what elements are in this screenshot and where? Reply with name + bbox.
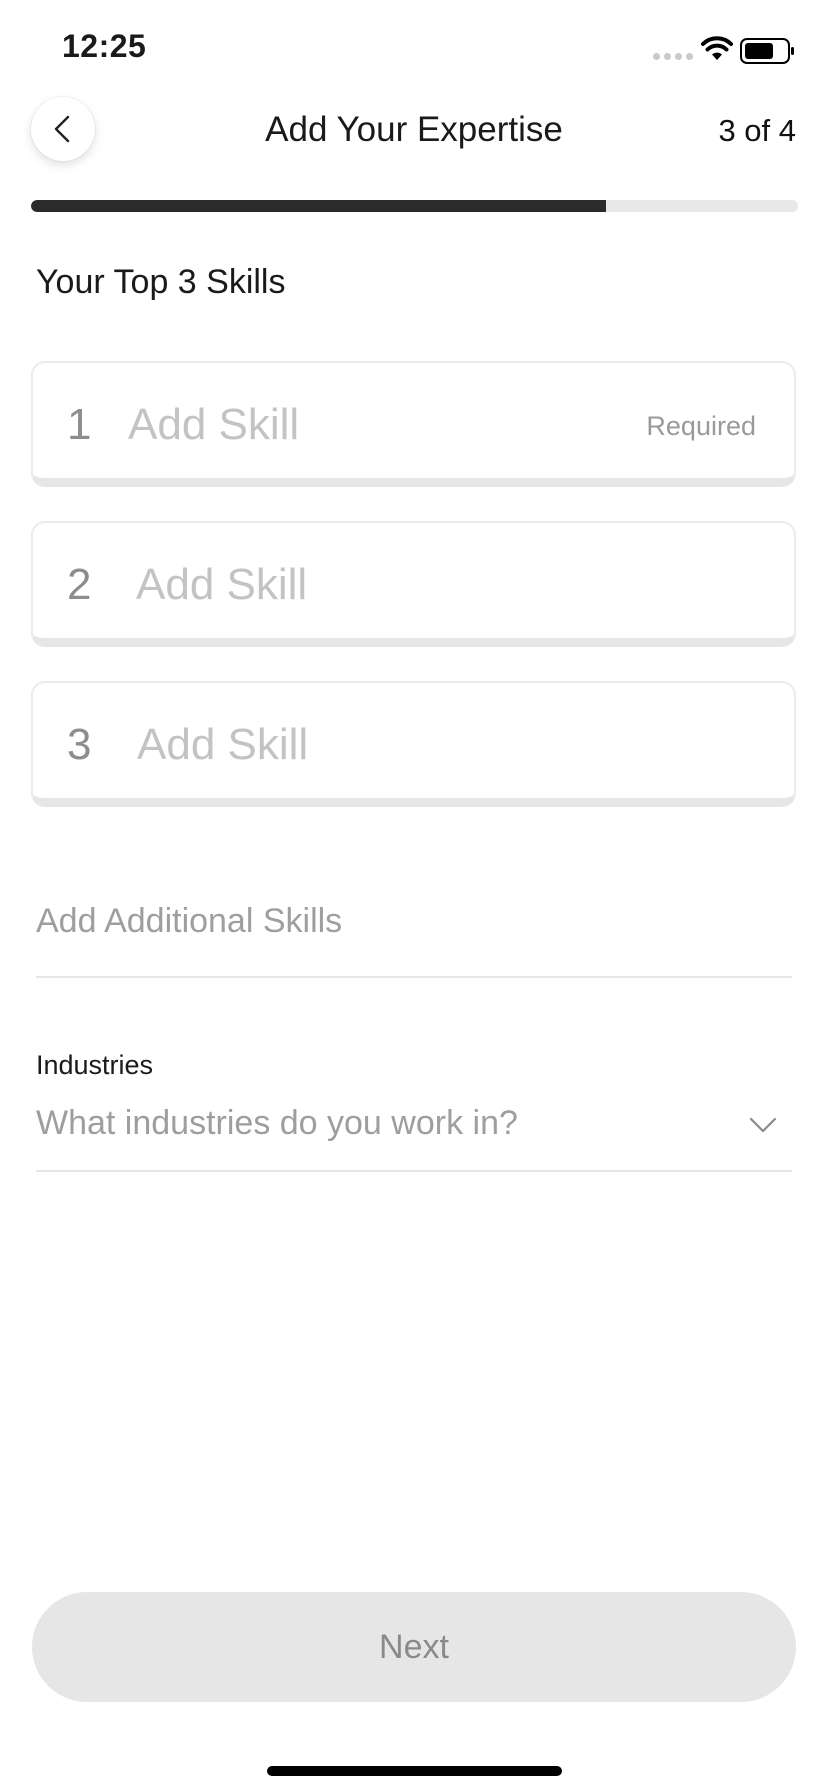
battery-icon: [740, 38, 794, 64]
wifi-icon: [701, 36, 733, 60]
next-button-label: Next: [379, 1627, 449, 1666]
industries-select[interactable]: What industries do you work in?: [36, 1100, 792, 1172]
skills-section-title: Your Top 3 Skills: [36, 263, 286, 301]
industries-label: Industries: [36, 1050, 154, 1080]
chevron-down-icon: [749, 1117, 777, 1133]
skill-placeholder: Add Skill: [136, 560, 308, 609]
skill-placeholder: Add Skill: [137, 720, 309, 769]
industries-placeholder: What industries do you work in?: [36, 1104, 518, 1142]
status-time: 12:25: [62, 28, 147, 64]
skill-input-2[interactable]: 2 Add Skill: [31, 521, 796, 647]
skill-input-3[interactable]: 3 Add Skill: [31, 681, 796, 807]
signal-dots-icon: [653, 53, 693, 60]
skill-input-1[interactable]: 1 Add Skill Required: [31, 361, 796, 487]
additional-skills-input[interactable]: Add Additional Skills: [36, 902, 792, 978]
home-indicator: [267, 1766, 562, 1776]
skill-number: 2: [67, 560, 92, 609]
page-title: Add Your Expertise: [265, 110, 563, 149]
required-label: Required: [646, 411, 756, 441]
step-counter: 3 of 4: [718, 113, 796, 148]
skill-number: 1: [67, 400, 92, 449]
skill-placeholder: Add Skill: [128, 400, 300, 449]
next-button[interactable]: Next: [32, 1592, 796, 1702]
skill-number: 3: [67, 720, 92, 769]
progress-fill: [31, 200, 607, 212]
progress-bar: [31, 200, 798, 212]
additional-skills-placeholder: Add Additional Skills: [36, 902, 343, 940]
